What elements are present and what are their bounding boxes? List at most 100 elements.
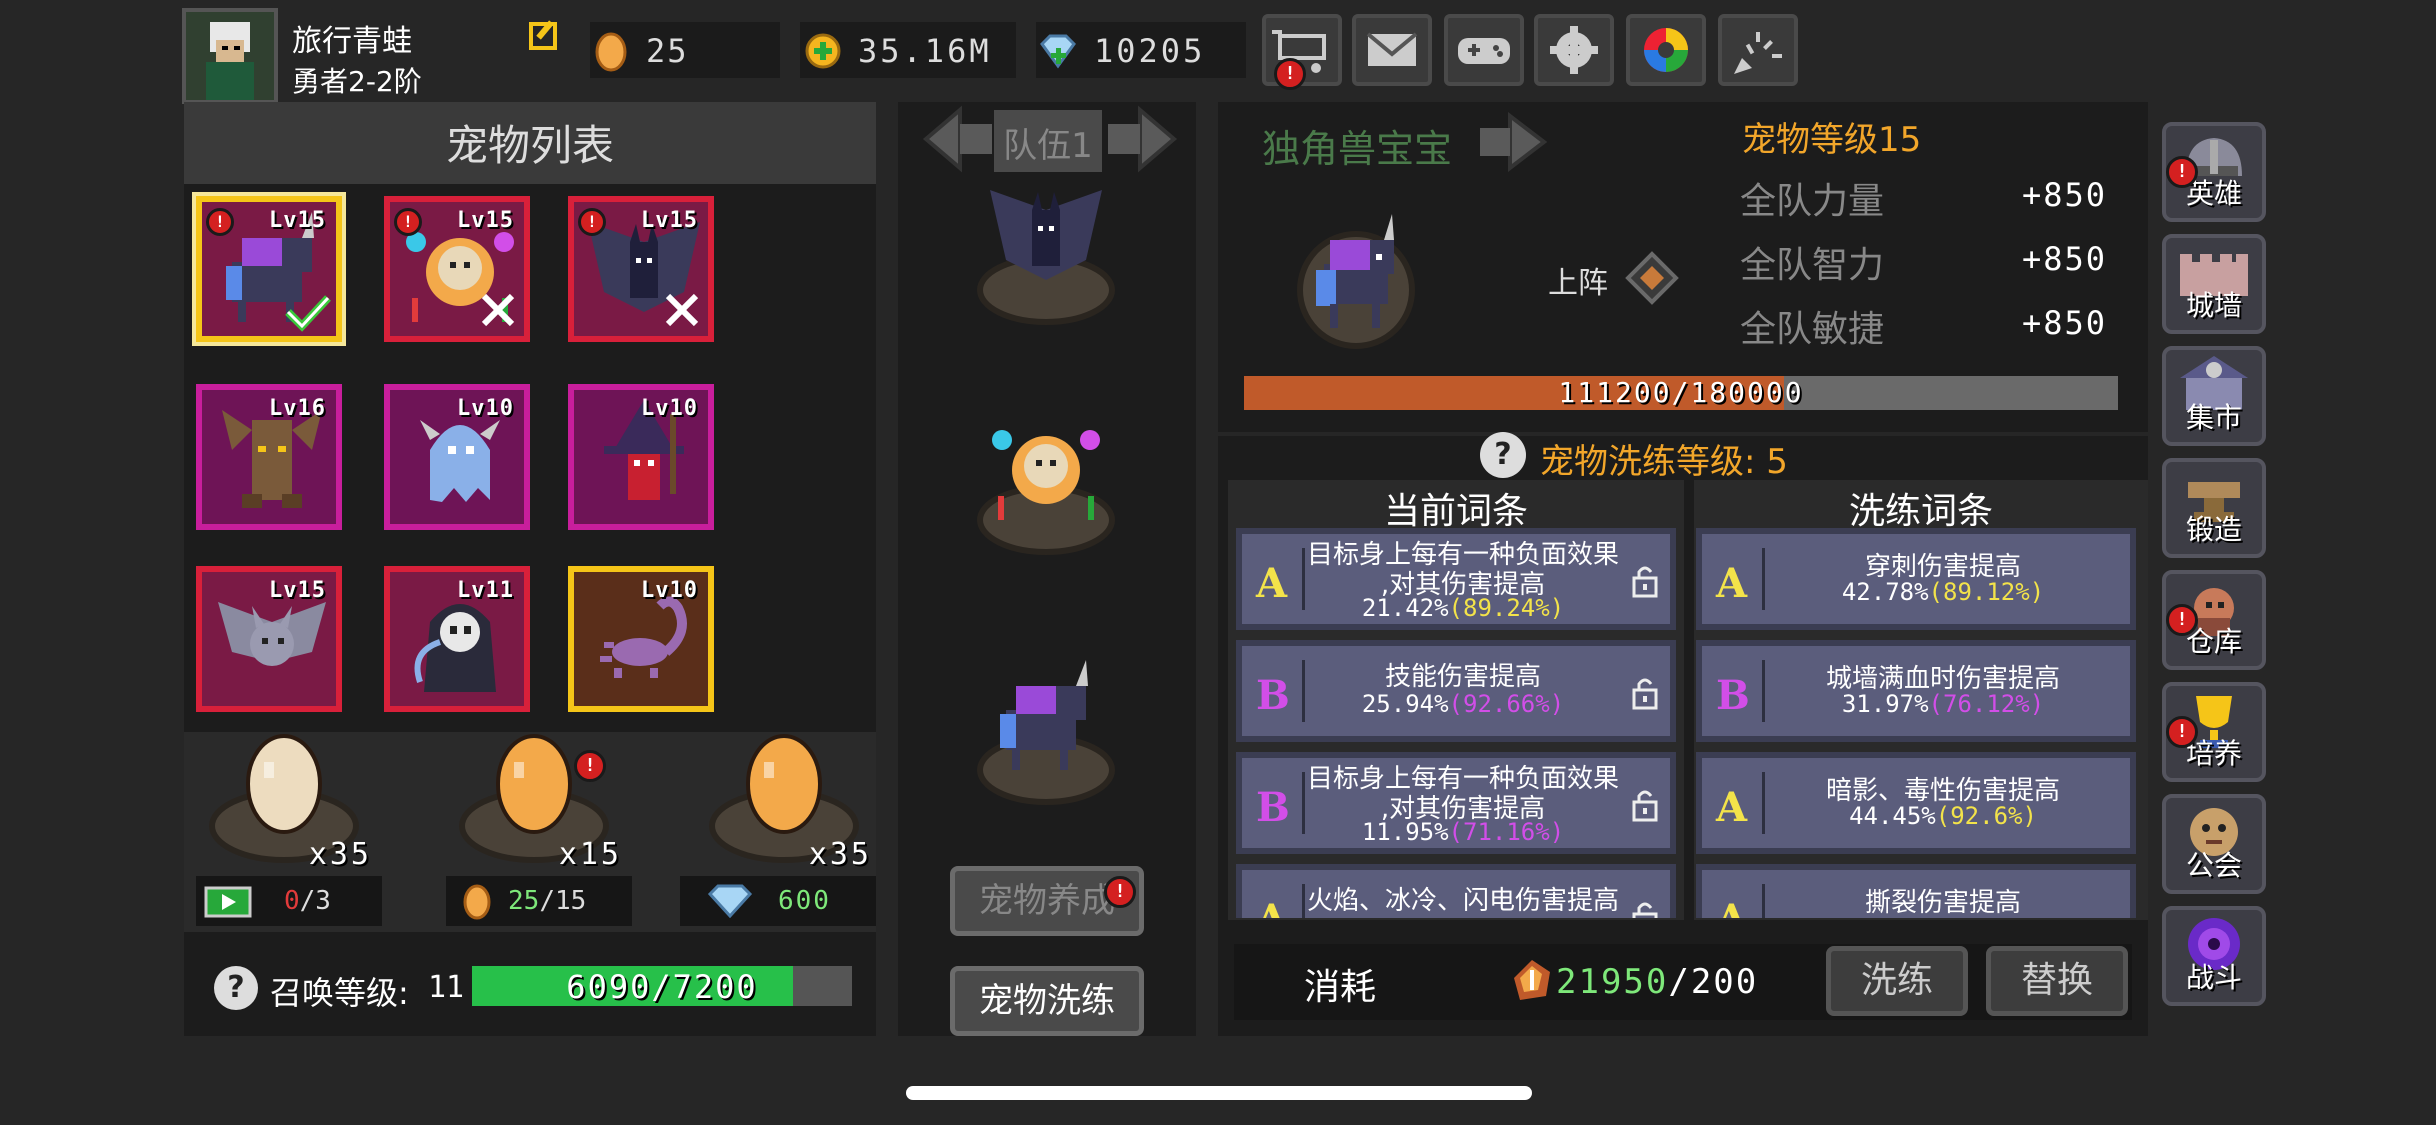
affix-grade: B (1256, 784, 1290, 831)
refine-affix-title: 洗练词条 (1848, 491, 1993, 532)
video-ad-used: 0 (284, 886, 300, 916)
affix-lock-toggle[interactable] (1630, 676, 1660, 710)
pet-card[interactable]: Lv15! (196, 196, 342, 342)
pet-level: Lv10 (457, 396, 514, 421)
pet-list-title: 宠物列表 (445, 121, 614, 170)
side-menu-wall-button[interactable]: 城墙 (2162, 234, 2266, 334)
fire-skull-pet-icon (977, 430, 1115, 555)
affix-description: 撕裂伤害提高 (1864, 888, 2021, 918)
affix-divider (1762, 884, 1765, 918)
unicorn-pet-icon (1297, 214, 1415, 349)
affix-divider (1762, 660, 1765, 722)
pet-detail-next-arrow-icon[interactable] (1474, 111, 1554, 176)
deploy-toggle[interactable] (1624, 250, 1680, 306)
deploy-label: 上阵 (1548, 266, 1608, 301)
side-menu-label: 战斗 (2185, 961, 2242, 994)
diamond-count: 10205 (1094, 32, 1206, 70)
current-affix-card[interactable]: B 目标身上每有一种负面效果 ,对其伤害提高 11.95%(71.16%) (1236, 752, 1676, 854)
stat-value: +850 (2022, 304, 2108, 342)
team-slot[interactable] (966, 400, 1126, 560)
unicorn-pet-icon (977, 660, 1115, 805)
egg-slot[interactable]: x35 (706, 722, 869, 872)
not-deployed-x-icon (481, 293, 515, 327)
home-indicator[interactable] (906, 1086, 1532, 1100)
affix-divider (1302, 884, 1305, 918)
affix-value-max: (92.66%) (1448, 690, 1565, 718)
side-menu-anvil-button[interactable]: 锻造 (2162, 458, 2266, 558)
video-ad-max: /3 (299, 886, 331, 916)
affix-lock-toggle[interactable] (1630, 900, 1660, 918)
affix-grade: A (1716, 560, 1748, 607)
egg-slot[interactable]: x15! (456, 722, 619, 872)
pet-card[interactable]: Lv15! (568, 196, 714, 342)
side-menu-helmet-button[interactable]: 英雄! (2162, 122, 2266, 222)
affix-grade: B (1716, 672, 1750, 719)
team-slot[interactable] (966, 650, 1126, 810)
pet-refine-label: 宠物洗练 (979, 981, 1115, 1021)
affix-value-current: 44.45% (1849, 802, 1936, 830)
current-affix-card[interactable]: A 目标身上每有一种负面效果 ,对其伤害提高 21.42%(89.24%) (1236, 528, 1676, 630)
pet-level: Lv16 (269, 396, 326, 421)
team-slot[interactable] (966, 170, 1126, 330)
gamepad-button[interactable] (1444, 14, 1524, 86)
pet-card[interactable]: Lv15! (384, 196, 530, 342)
egg-cost-value: 25 (508, 886, 540, 916)
pet-card[interactable]: Lv10 (384, 384, 530, 530)
current-affix-card[interactable]: B 技能伤害提高 25.94%(92.66%) (1236, 640, 1676, 742)
mail-button[interactable] (1352, 14, 1432, 86)
side-menu-label: 公会 (2185, 849, 2242, 882)
affix-divider (1302, 772, 1305, 834)
unlock-icon (1632, 566, 1658, 598)
pet-detail-name: 独角兽宝宝 (1262, 127, 1453, 171)
side-menu-portal-button[interactable]: 战斗 (2162, 906, 2266, 1006)
affix-grade: B (1256, 672, 1290, 719)
edit-name-icon[interactable] (528, 18, 562, 52)
pet-card[interactable]: Lv16 (196, 384, 342, 530)
egg-slot[interactable]: x35 (206, 722, 369, 872)
affix-grade: A (1256, 896, 1287, 918)
new-affix-card: A 穿刺伤害提高 42.78%(89.12%) (1696, 528, 2136, 630)
gold-coin-icon[interactable] (804, 32, 842, 70)
affix-description: 技能伤害提高 (1384, 662, 1541, 692)
settings-button[interactable] (1534, 14, 1614, 86)
current-affix-card[interactable]: A 火焰、冰冷、闪电伤害提高 (1236, 864, 1676, 918)
refine-button[interactable]: 洗练 (1826, 946, 1968, 1016)
player-avatar[interactable] (182, 8, 278, 104)
side-menu-trophy-button[interactable]: 培养! (2162, 682, 2266, 782)
side-menu-warehouse-button[interactable]: 仓库! (2162, 570, 2266, 670)
pet-card[interactable]: Lv15 (196, 566, 342, 712)
pet-card[interactable]: Lv10 (568, 384, 714, 530)
affix-lock-toggle[interactable] (1630, 788, 1660, 822)
affix-lock-toggle[interactable] (1630, 564, 1660, 598)
shop-button[interactable]: ! (1262, 14, 1342, 90)
replace-button[interactable]: 替换 (1986, 946, 2128, 1016)
pet-level: Lv15 (269, 208, 326, 233)
affix-value-current: 11.95% (1361, 818, 1449, 846)
team-prev-arrow-icon[interactable] (920, 104, 1000, 178)
side-menu-market-button[interactable]: 集市 (2162, 346, 2266, 446)
diamond-cost-icon (707, 884, 753, 918)
side-menu-guild-button[interactable]: 公会 (2162, 794, 2266, 894)
affix-value-max: (92.6%) (1935, 802, 2037, 830)
pet-alert-icon: ! (206, 208, 234, 236)
affix-list-viewport[interactable]: A 目标身上每有一种负面效果 ,对其伤害提高 21.42%(89.24%) B 技能伤害提… (1228, 528, 2148, 918)
stat-label: 全队敏捷 (1740, 309, 1885, 350)
pet-card[interactable]: Lv10 (568, 566, 714, 712)
not-deployed-x-icon (665, 293, 699, 327)
pet-card[interactable]: Lv11 (384, 566, 530, 712)
fireworks-button[interactable] (1718, 14, 1798, 86)
replace-button-label: 替换 (2020, 960, 2093, 1001)
affix-value-current: 42.78% (1841, 578, 1929, 606)
pet-raise-alert-icon: ! (1104, 876, 1136, 908)
color-wheel-button[interactable] (1626, 14, 1706, 86)
refine-help-icon[interactable]: ? (1480, 432, 1526, 478)
egg-cost-icon (463, 884, 491, 920)
affix-grade: A (1716, 896, 1747, 918)
summon-help-icon[interactable]: ? (214, 966, 258, 1010)
team-next-arrow-icon[interactable] (1100, 104, 1180, 178)
diamond-icon[interactable] (1036, 32, 1080, 70)
pet-refine-button[interactable]: 宠物洗练 (950, 966, 1144, 1036)
summon-label: 召唤等级: (270, 974, 409, 1012)
new-affix-card: B 城墙满血时伤害提高 31.97%(76.12%) (1696, 640, 2136, 742)
affix-value-max: (76.12%) (1928, 690, 2045, 718)
